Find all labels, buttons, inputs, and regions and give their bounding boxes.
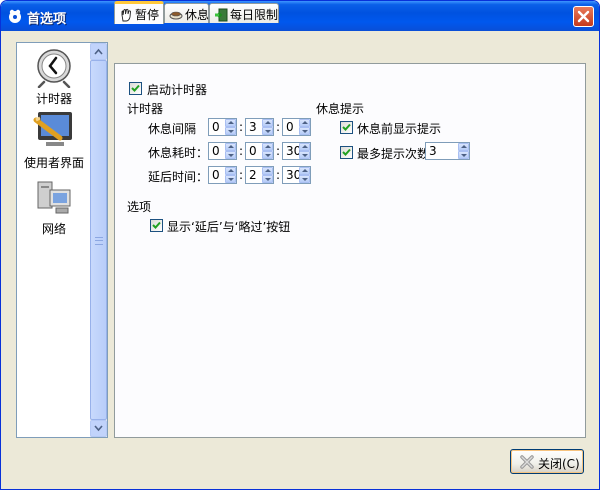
- spin-down-button[interactable]: [299, 151, 310, 159]
- spin-up-button[interactable]: [262, 143, 273, 151]
- spin-up-button[interactable]: [262, 167, 273, 175]
- break-duration-label: 休息耗时：: [148, 146, 209, 160]
- sidebar-scrollbar[interactable]: [90, 43, 107, 437]
- close-x-icon: [520, 455, 534, 469]
- postpone-time-label: 延后时间：: [148, 170, 209, 184]
- spin-down-button[interactable]: [225, 151, 236, 159]
- spin-up-button[interactable]: [299, 143, 310, 151]
- tab-daily-limit[interactable]: 每日限制: [209, 3, 279, 23]
- tab-label: 休息: [185, 8, 210, 22]
- scroll-down-button[interactable]: [90, 420, 107, 437]
- tab-label: 暂停: [135, 8, 160, 22]
- preferences-window: 首选项 计时器 使用者界面 网络 暂停 休息 每日限制 启动计时器 计时器 休息…: [0, 0, 600, 490]
- cup-icon: [169, 11, 183, 20]
- exit-icon: [215, 8, 228, 22]
- checkmark-icon: [152, 221, 161, 229]
- spin-up-button[interactable]: [225, 119, 236, 127]
- clock-icon: [37, 49, 71, 88]
- checkmark-icon: [342, 148, 351, 156]
- category-sidebar: 计时器 使用者界面 网络: [16, 42, 108, 438]
- spin-down-button[interactable]: [262, 127, 273, 135]
- break-interval-hours[interactable]: 0: [208, 118, 237, 136]
- spin-down-button[interactable]: [299, 175, 310, 183]
- scroll-up-button[interactable]: [90, 43, 107, 60]
- hand-icon: [121, 8, 131, 22]
- pause-tab-panel: 启动计时器 计时器 休息间隔 0 : 3 : 0 休息耗时： 0 : 0 : 3…: [114, 63, 586, 438]
- close-button-label: 关闭(C): [538, 457, 580, 471]
- spin-up-button[interactable]: [299, 167, 310, 175]
- separator: :: [276, 120, 281, 134]
- enable-timer-checkbox[interactable]: [129, 82, 142, 95]
- timer-section-title: 计时器: [127, 102, 164, 116]
- chevron-down-icon: [94, 425, 103, 432]
- checkmark-icon: [342, 123, 351, 131]
- grip-icon: [95, 237, 103, 245]
- monitor-pencil-icon: [33, 112, 72, 146]
- hint-section-title: 休息提示: [316, 102, 365, 116]
- spin-down-button[interactable]: [262, 151, 273, 159]
- window-close-button[interactable]: [573, 6, 594, 27]
- show-before-break-checkbox[interactable]: [340, 121, 353, 134]
- scroll-thumb[interactable]: [90, 60, 107, 420]
- break-interval-seconds[interactable]: 0: [282, 118, 311, 136]
- show-postpone-skip-checkbox[interactable]: [150, 219, 163, 232]
- break-duration-hours[interactable]: 0: [208, 142, 237, 160]
- spin-down-button[interactable]: [225, 175, 236, 183]
- postpone-time-minutes[interactable]: 2: [245, 166, 274, 184]
- sidebar-item-user-interface[interactable]: 使用者界面: [17, 108, 91, 171]
- window-title: 首选项: [27, 12, 67, 27]
- separator: :: [239, 144, 244, 158]
- sidebar-item-network[interactable]: 网络: [17, 178, 91, 237]
- spin-up-button[interactable]: [458, 143, 469, 151]
- postpone-time-hours[interactable]: 0: [208, 166, 237, 184]
- separator: :: [239, 120, 244, 134]
- separator: :: [276, 168, 281, 182]
- close-icon: [577, 10, 590, 23]
- spin-down-button[interactable]: [299, 127, 310, 135]
- show-before-break-label: 休息前显示提示: [357, 122, 442, 136]
- spin-up-button[interactable]: [262, 119, 273, 127]
- spin-up-button[interactable]: [225, 143, 236, 151]
- postpone-time-seconds[interactable]: 30: [282, 166, 311, 184]
- tab-rest[interactable]: 休息: [164, 3, 209, 23]
- checkmark-icon: [131, 84, 140, 92]
- separator: :: [276, 144, 281, 158]
- separator: :: [239, 168, 244, 182]
- max-hints-checkbox[interactable]: [340, 146, 353, 159]
- spin-up-button[interactable]: [299, 119, 310, 127]
- show-postpone-skip-label: 显示‘延后’与‘略过’按钮: [167, 220, 291, 234]
- enable-timer-label: 启动计时器: [147, 83, 208, 97]
- network-computers-icon: [37, 181, 71, 214]
- options-section-title: 选项: [127, 200, 152, 214]
- close-button[interactable]: 关闭(C): [510, 449, 584, 474]
- title-bar[interactable]: 首选项: [1, 1, 599, 31]
- spin-up-button[interactable]: [225, 167, 236, 175]
- max-hints-stepper[interactable]: 3: [425, 142, 470, 160]
- break-interval-label: 休息间隔: [148, 122, 197, 136]
- sidebar-item-label: 使用者界面: [23, 156, 84, 170]
- tab-pause[interactable]: 暂停: [114, 1, 164, 24]
- break-duration-minutes[interactable]: 0: [245, 142, 274, 160]
- spin-down-button[interactable]: [262, 175, 273, 183]
- max-hints-label: 最多提示次数: [357, 147, 430, 161]
- app-icon: [9, 9, 21, 23]
- spin-down-button[interactable]: [225, 127, 236, 135]
- spin-down-button[interactable]: [458, 151, 469, 159]
- sidebar-item-label: 网络: [41, 222, 66, 236]
- break-duration-seconds[interactable]: 30: [282, 142, 311, 160]
- tab-label: 每日限制: [230, 8, 279, 22]
- chevron-up-icon: [94, 48, 103, 55]
- sidebar-item-timer[interactable]: 计时器: [17, 46, 91, 107]
- break-interval-minutes[interactable]: 3: [245, 118, 274, 136]
- sidebar-item-label: 计时器: [35, 92, 72, 106]
